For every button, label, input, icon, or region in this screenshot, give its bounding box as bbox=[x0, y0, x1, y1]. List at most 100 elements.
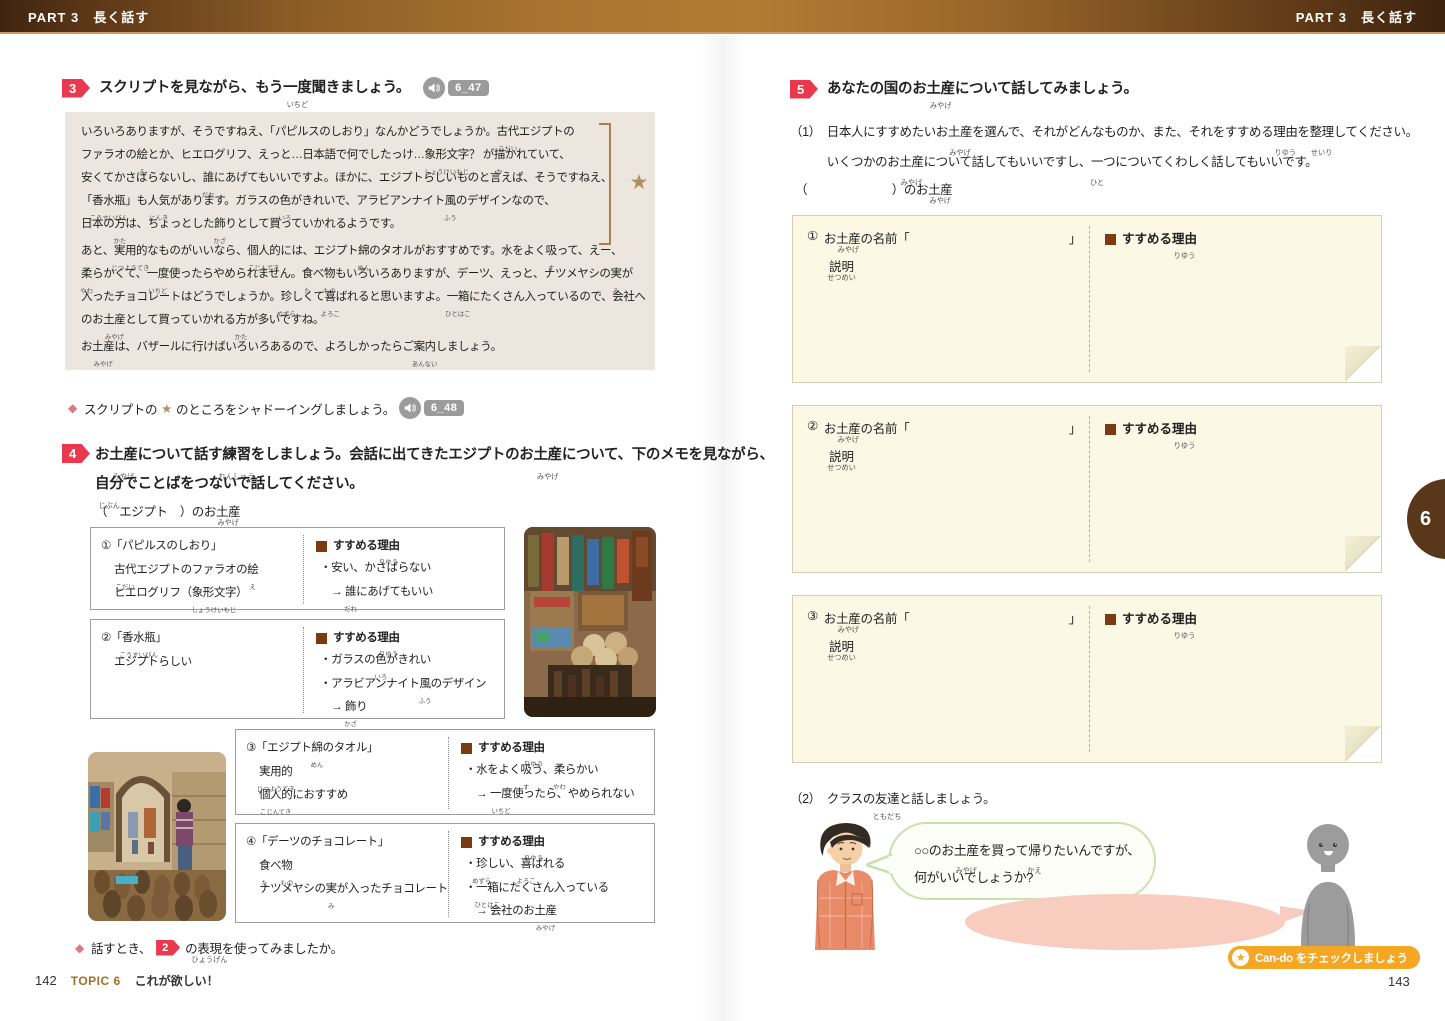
diamond-icon: ◆ bbox=[68, 401, 77, 415]
reason-title: すすめる理由りゆう bbox=[1122, 228, 1197, 250]
memo-4-item: ④「デーツのチョコレート」食たべ物ものナツメヤシの実みが入ったチョコレート bbox=[246, 831, 448, 917]
item-number: ③ bbox=[807, 608, 818, 627]
memo-box-1-papyrus: ①「パピルスのしおり」古代こだいエジプトのファラオの絵えヒエログリフ（象形文字し… bbox=[90, 527, 505, 610]
memo-3-reasons: すすめる理由りゆう ・水をよく吸すう、柔やわらかい → 一度いちど使ったら、やめ… bbox=[448, 737, 646, 809]
page-header-bar: PART 3 長く話す PART 3 長く話す bbox=[0, 0, 1445, 34]
souvenir-name-line: ① お土産みやげの名前「 」 bbox=[807, 228, 1081, 247]
souvenir-name-label: お土産みやげの名前「 bbox=[824, 608, 909, 627]
memo-box-4-date-chocolate: ④「デーツのチョコレート」食たべ物ものナツメヤシの実みが入ったチョコレート すす… bbox=[235, 823, 655, 923]
section-3-badge: 3 bbox=[62, 79, 90, 98]
memo-1-reasons: すすめる理由りゆう ・安い、かさばらない → 誰だれにあげてもいい bbox=[303, 535, 496, 604]
page-number-right: 143 bbox=[1388, 974, 1410, 989]
memo-box-3-cotton-towel: ③「エジプト綿めんのタオル」実用的じつようてき個人的こじんてきにおすすめ すすめ… bbox=[235, 729, 655, 815]
worksheet-box-2[interactable]: ② お土産みやげの名前「 」 説明せつめい すすめる理由りゆう bbox=[792, 405, 1382, 573]
speaker-icon bbox=[399, 397, 421, 419]
reason-heading: すすめる理由りゆう bbox=[1105, 228, 1197, 250]
reason-title: すすめる理由りゆう bbox=[478, 737, 545, 759]
closing-bracket: 」 bbox=[1069, 418, 1081, 437]
closing-bracket: 」 bbox=[1069, 608, 1081, 627]
reflection-text-pre: 話すとき、 bbox=[91, 938, 151, 957]
star-icon: ★ bbox=[630, 170, 648, 195]
description-label: 説明せつめい bbox=[829, 446, 854, 465]
description-label: 説明せつめい bbox=[829, 636, 854, 655]
topic-tab-6[interactable]: 6 bbox=[1407, 479, 1445, 559]
square-bullet-icon bbox=[1105, 234, 1116, 245]
reason-title: すすめる理由りゆう bbox=[1122, 418, 1197, 440]
speech-bubble-reply-empty bbox=[965, 894, 1285, 950]
section-4-title-lines: お土産みやげについて話す練習れんしゅうをしましょう。会話に出てきたエジプトのお土… bbox=[95, 441, 695, 499]
reason-heading: すすめる理由りゆう bbox=[1105, 608, 1197, 630]
page-fold-corner bbox=[1345, 346, 1381, 382]
script-box: いろいろありますが、そうですねえ、「パピルスのしおり」なんかどうでしょうか。古代… bbox=[65, 112, 655, 370]
square-bullet-icon bbox=[316, 633, 327, 644]
question-1-block: （1） 日本人にすすめたいお土産みやげを選んで、それがどんなものか、また、それを… bbox=[790, 117, 1400, 177]
header-right-label: PART 3 長く話す bbox=[1296, 7, 1417, 26]
topic-label: TOPIC 6 bbox=[71, 974, 121, 988]
textbook-spread: PART 3 長く話す PART 3 長く話す 3 スクリプトを見ながら、もう一… bbox=[0, 0, 1445, 1021]
reason-lines: ・水をよく吸すう、柔やわらかい → 一度いちど使ったら、やめられない bbox=[461, 759, 646, 806]
audio-track-6-48: 6_48 bbox=[399, 397, 464, 419]
question-2-label: （2） bbox=[790, 787, 821, 811]
description-label: 説明せつめい bbox=[829, 256, 854, 275]
question-2-block: （2） クラスの友達ともだちと話しましょう。 bbox=[790, 787, 995, 811]
worksheet-box-3[interactable]: ③ お土産みやげの名前「 」 説明せつめい すすめる理由りゆう bbox=[792, 595, 1382, 763]
section-2-reference-badge: 2 bbox=[156, 940, 180, 956]
question-1-text: 日本人にすすめたいお土産みやげを選んで、それがどんなものか、また、それをすすめる… bbox=[827, 117, 1418, 177]
memo-4-reasons: すすめる理由りゆう ・珍めずらしい、喜よろこばれる・一箱ひとはこにたくさん入って… bbox=[448, 831, 646, 917]
cando-label: Can-do をチェックしましょう bbox=[1255, 950, 1408, 966]
memo-1-item: ①「パピルスのしおり」古代こだいエジプトのファラオの絵えヒエログリフ（象形文字し… bbox=[101, 535, 303, 604]
man-illustration bbox=[806, 818, 884, 950]
reason-title: すすめる理由りゆう bbox=[1122, 608, 1197, 630]
egypt-bazaar-photo bbox=[524, 527, 656, 717]
shadowing-text-post: のところをシャドーイングしましょう。 bbox=[176, 399, 395, 418]
section-5-heading: 5 あなたの国のお土産みやげについて話してみましょう。 bbox=[790, 79, 1138, 99]
reason-lines: ・ガラスの色いろがきれい・アラビアンナイト風ふうのデザイン → 飾かざり bbox=[316, 649, 496, 720]
memo-2-item: ②「香水瓶こうすいびん」エジプトらしい bbox=[101, 627, 303, 713]
blank-souvenir-label: （ ）のお土産みやげ bbox=[795, 179, 952, 198]
dotted-divider bbox=[1089, 226, 1090, 372]
reason-heading: すすめる理由りゆう bbox=[316, 627, 496, 649]
reason-heading: すすめる理由りゆう bbox=[461, 737, 646, 759]
conversation-illustration: ○○のお土産みやげを買って帰かえりたいんですが、何がいいでしょうか? bbox=[800, 812, 1400, 962]
memo-box-2-perfume-bottle: ②「香水瓶こうすいびん」エジプトらしい すすめる理由りゆう ・ガラスの色いろがき… bbox=[90, 619, 505, 719]
memo-2-reasons: すすめる理由りゆう ・ガラスの色いろがきれい・アラビアンナイト風ふうのデザイン … bbox=[303, 627, 496, 713]
item-number: ① bbox=[807, 228, 818, 247]
cando-check-button[interactable]: ★ Can-do をチェックしましょう bbox=[1228, 946, 1420, 969]
page-fold-corner bbox=[1345, 536, 1381, 572]
section-5-title: あなたの国のお土産みやげについて話してみましょう。 bbox=[827, 79, 1138, 99]
dotted-divider bbox=[1089, 606, 1090, 752]
page-number-left: 142 bbox=[35, 973, 57, 988]
section-5-badge: 5 bbox=[790, 80, 818, 99]
reason-title: すすめる理由りゆう bbox=[333, 627, 400, 649]
page-spine-shadow bbox=[700, 36, 746, 1021]
item-number: ② bbox=[807, 418, 818, 437]
square-bullet-icon bbox=[1105, 424, 1116, 435]
audio-track-number: 6_48 bbox=[424, 400, 464, 416]
reason-heading: すすめる理由りゆう bbox=[1105, 418, 1197, 440]
egypt-souvenir-label: （ エジプト ）のお土産みやげ bbox=[95, 501, 240, 520]
section-4-heading: 4 お土産みやげについて話す練習れんしゅうをしましょう。会話に出てきたエジプトの… bbox=[62, 441, 695, 499]
closing-bracket: 」 bbox=[1069, 228, 1081, 247]
reason-title: すすめる理由りゆう bbox=[478, 831, 545, 853]
shadowing-range-bracket bbox=[599, 123, 611, 245]
speech-bubble-tail bbox=[866, 852, 892, 876]
square-bullet-icon bbox=[461, 837, 472, 848]
shadowing-text-pre: スクリプトの bbox=[84, 399, 157, 418]
worksheet-box-1[interactable]: ① お土産みやげの名前「 」 説明せつめい すすめる理由りゆう bbox=[792, 215, 1382, 383]
header-left-label: PART 3 長く話す bbox=[28, 7, 149, 26]
square-bullet-icon bbox=[316, 541, 327, 552]
partner-illustration bbox=[1292, 820, 1364, 952]
diamond-icon: ◆ bbox=[75, 941, 84, 955]
shadowing-instruction: ◆ スクリプトの ★ のところをシャドーイングしましょう。 6_48 bbox=[68, 397, 464, 419]
section-3-title: スクリプトを見ながら、もう一度いちど聞きましょう。 bbox=[99, 78, 410, 98]
souvenir-name-line: ② お土産みやげの名前「 」 bbox=[807, 418, 1081, 437]
speech-bubble-question: ○○のお土産みやげを買って帰かえりたいんですが、何がいいでしょうか? bbox=[888, 822, 1156, 900]
souvenir-name-line: ③ お土産みやげの名前「 」 bbox=[807, 608, 1081, 627]
section-4-badge: 4 bbox=[62, 444, 90, 463]
star-icon: ★ bbox=[1232, 949, 1249, 966]
topic-tab-number: 6 bbox=[1420, 508, 1431, 531]
reason-lines: ・珍めずらしい、喜よろこばれる・一箱ひとはこにたくさん入っている → 会社のお土… bbox=[461, 853, 646, 924]
page-fold-corner bbox=[1345, 726, 1381, 762]
section-4-title: お土産みやげについて話す練習れんしゅうをしましょう。会話に出てきたエジプトのお土… bbox=[95, 441, 695, 499]
reflection-instruction: ◆ 話すとき、 2 の表現ひょうげんを使ってみましたか。 bbox=[75, 938, 343, 957]
